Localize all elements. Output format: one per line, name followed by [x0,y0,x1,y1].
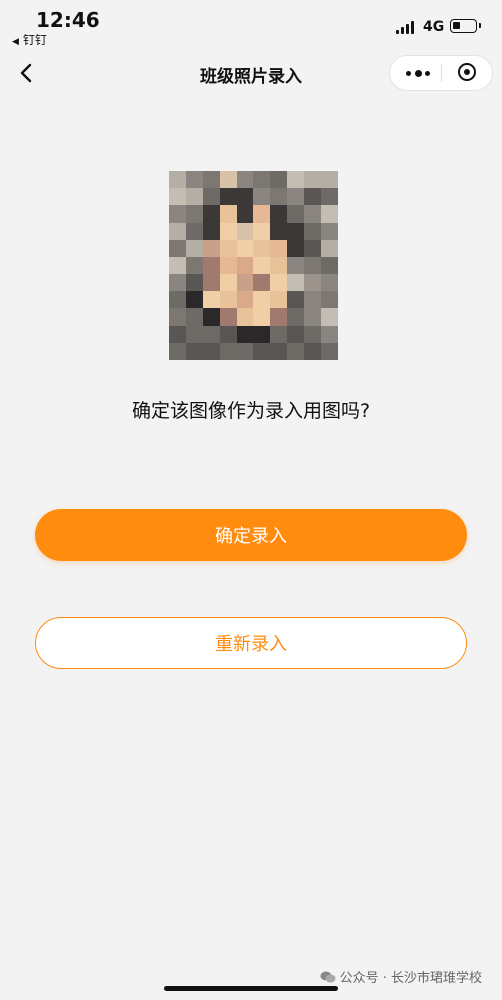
retake-entry-button[interactable]: 重新录入 [35,617,467,669]
more-dot-center [415,70,422,77]
capsule-divider [441,64,442,82]
back-triangle-icon: ◀ [12,37,19,47]
more-button[interactable] [398,60,438,86]
close-mini-program-button[interactable] [450,60,486,86]
battery-icon [450,19,481,33]
confirm-question: 确定该图像作为录入用图吗? [131,400,371,422]
back-to-app-link[interactable]: ◀ 钉钉 [12,31,47,48]
confirm-entry-button[interactable]: 确定录入 [35,509,467,561]
home-indicator [164,986,338,991]
more-dot-right [425,71,430,76]
battery-fill [453,22,460,29]
navigation-bar: 班级照片录入 [0,52,502,96]
cellular-signal-icon [396,21,416,34]
watermark-text: 公众号 · 长沙市珺琟学校 [339,971,482,986]
mini-program-capsule [389,55,493,91]
wechat-icon [320,971,336,983]
status-bar: 12:46 ◀ 钉钉 4G [0,0,502,52]
pixelated-portrait-image [169,171,338,360]
captured-photo [169,171,338,360]
back-app-label: 钉钉 [22,33,47,47]
target-dot [464,69,470,75]
network-type: 4G [423,19,445,35]
watermark: 公众号 · 长沙市珺琟学校 [320,967,482,986]
more-dots-icon [406,71,411,76]
status-time: 12:46 [36,8,100,32]
